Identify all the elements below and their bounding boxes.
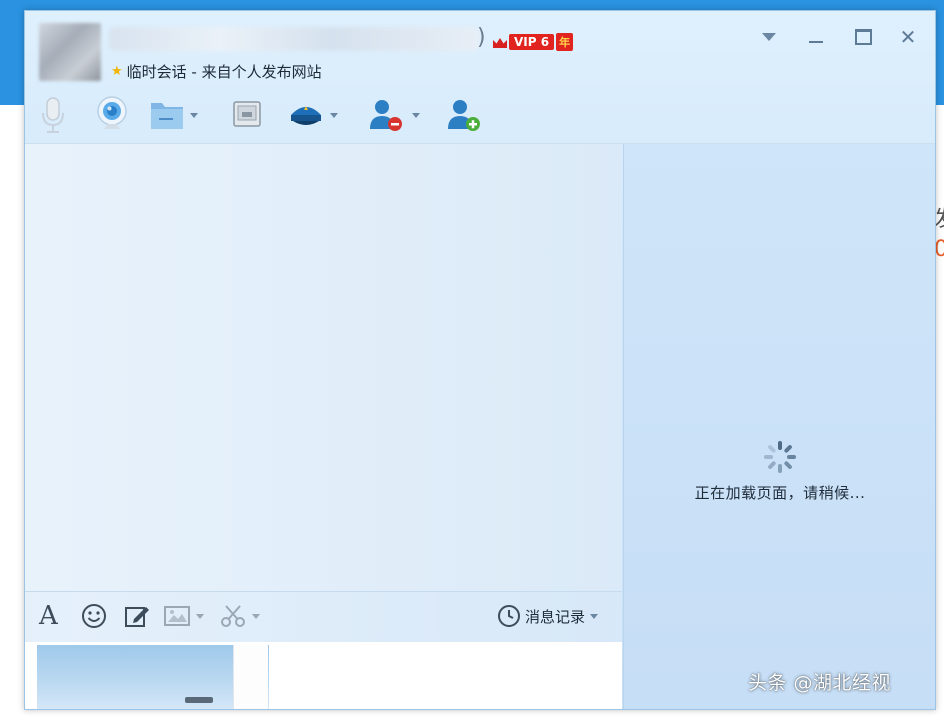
- chevron-down-icon[interactable]: [190, 112, 198, 118]
- chevron-down-icon[interactable]: [412, 112, 420, 118]
- chat-toolbar: [25, 89, 935, 141]
- vip-year-label: 年: [556, 33, 574, 51]
- microphone-icon: [42, 97, 64, 133]
- message-history-label: 消息记录: [525, 607, 586, 626]
- screenshot-button[interactable]: [219, 602, 260, 630]
- chevron-down-icon: [762, 33, 776, 41]
- clock-icon: [498, 605, 520, 627]
- minimize-button[interactable]: [804, 27, 828, 47]
- vip-badge[interactable]: VIP 6 年: [491, 33, 574, 51]
- close-icon: ✕: [899, 25, 917, 49]
- report-button[interactable]: [287, 95, 338, 135]
- loading-indicator: 正在加载页面，请稍候...: [624, 440, 935, 503]
- chevron-down-icon[interactable]: [196, 613, 204, 619]
- nickname-paren: ): [477, 25, 486, 50]
- police-cap-icon: [291, 106, 321, 125]
- edit-icon: [125, 607, 149, 627]
- folder-icon: [151, 103, 183, 129]
- add-contact-icon: [448, 100, 480, 131]
- maximize-icon: [854, 29, 872, 45]
- session-text: 临时会话 - 来自个人发布网站: [126, 63, 322, 81]
- vip-level-label: VIP 6: [509, 34, 555, 50]
- file-transfer-button[interactable]: [149, 95, 198, 135]
- skin-menu-button[interactable]: [757, 27, 781, 47]
- thumbnail-white-strip: [233, 645, 268, 709]
- session-info: ★ 临时会话 - 来自个人发布网站: [111, 61, 322, 82]
- contact-nickname-blurred: [109, 27, 479, 51]
- side-panel: 正在加载页面，请稍候...: [623, 143, 935, 709]
- title-bar: ) VIP 6 年 ★ 临时会话 - 来自个人发布网站 ✕: [25, 11, 935, 89]
- doodle-button[interactable]: [123, 602, 151, 630]
- image-icon: [164, 606, 190, 626]
- smiley-icon: [82, 604, 106, 628]
- chevron-down-icon[interactable]: [330, 112, 338, 118]
- remove-contact-button[interactable]: [367, 95, 420, 135]
- chevron-down-icon[interactable]: [252, 613, 260, 619]
- screen-share-button[interactable]: [231, 95, 263, 135]
- chevron-down-icon[interactable]: [590, 613, 599, 619]
- crown-icon: [491, 33, 509, 51]
- thumbnail-dark-object: [185, 697, 213, 703]
- close-button[interactable]: ✕: [896, 27, 920, 47]
- message-history-area[interactable]: [25, 143, 622, 592]
- video-call-button[interactable]: [95, 95, 129, 135]
- add-contact-button[interactable]: [445, 95, 485, 135]
- font-button[interactable]: A: [39, 601, 58, 631]
- maximize-button[interactable]: [851, 27, 875, 47]
- font-icon: A: [39, 601, 58, 631]
- loading-text: 正在加载页面，请稍候...: [694, 484, 866, 502]
- message-input-area[interactable]: [25, 642, 622, 709]
- webcam-icon: [97, 96, 127, 129]
- minimize-icon: [809, 41, 823, 43]
- screen-share-icon: [233, 101, 261, 127]
- avatar[interactable]: [39, 23, 101, 81]
- chat-window: ) VIP 6 年 ★ 临时会话 - 来自个人发布网站 ✕ 正在加载页面，请稍候…: [24, 10, 936, 710]
- voice-call-button[interactable]: [39, 95, 67, 135]
- image-button[interactable]: [163, 602, 204, 630]
- loading-spinner-icon: [763, 440, 797, 474]
- remove-contact-icon: [370, 100, 402, 131]
- watermark: 头条 @湖北经视: [748, 672, 892, 694]
- emoji-button[interactable]: [81, 602, 107, 630]
- input-toolbar: A 消息记录: [25, 591, 622, 642]
- scissors-icon: [221, 605, 245, 627]
- star-icon: ★: [111, 64, 123, 79]
- message-history-button[interactable]: 消息记录: [497, 602, 599, 630]
